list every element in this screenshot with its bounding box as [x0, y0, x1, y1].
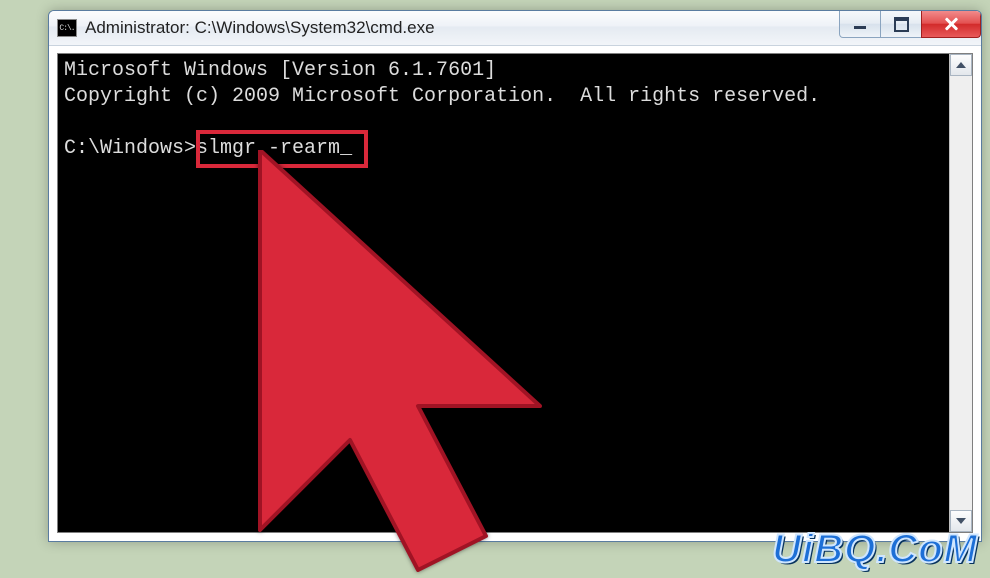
cmd-icon-text: C:\. — [59, 24, 74, 33]
console-cursor: _ — [340, 137, 352, 160]
cmd-icon: C:\. — [57, 19, 77, 37]
console-line-copyright: Copyright (c) 2009 Microsoft Corporation… — [64, 85, 820, 108]
client-area: Microsoft Windows [Version 6.1.7601] Cop… — [57, 53, 973, 533]
console-command: slmgr -rearm — [196, 137, 340, 160]
chevron-up-icon — [956, 62, 966, 68]
cmd-window: C:\. Administrator: C:\Windows\System32\… — [48, 10, 982, 542]
maximize-button[interactable] — [880, 11, 922, 38]
watermark-text: UiBQ.CoM — [772, 527, 978, 572]
vertical-scrollbar[interactable] — [949, 54, 972, 532]
window-title: Administrator: C:\Windows\System32\cmd.e… — [85, 18, 435, 38]
window-controls — [840, 11, 981, 37]
console-prompt: C:\Windows> — [64, 137, 196, 160]
console-line-version: Microsoft Windows [Version 6.1.7601] — [64, 59, 496, 82]
scroll-up-button[interactable] — [950, 54, 972, 76]
close-icon — [943, 17, 959, 31]
minimize-button[interactable] — [839, 11, 881, 38]
maximize-icon — [894, 17, 909, 32]
minimize-icon — [854, 26, 866, 29]
titlebar[interactable]: C:\. Administrator: C:\Windows\System32\… — [49, 11, 981, 46]
console-output[interactable]: Microsoft Windows [Version 6.1.7601] Cop… — [58, 54, 950, 532]
chevron-down-icon — [956, 518, 966, 524]
close-button[interactable] — [921, 11, 981, 38]
